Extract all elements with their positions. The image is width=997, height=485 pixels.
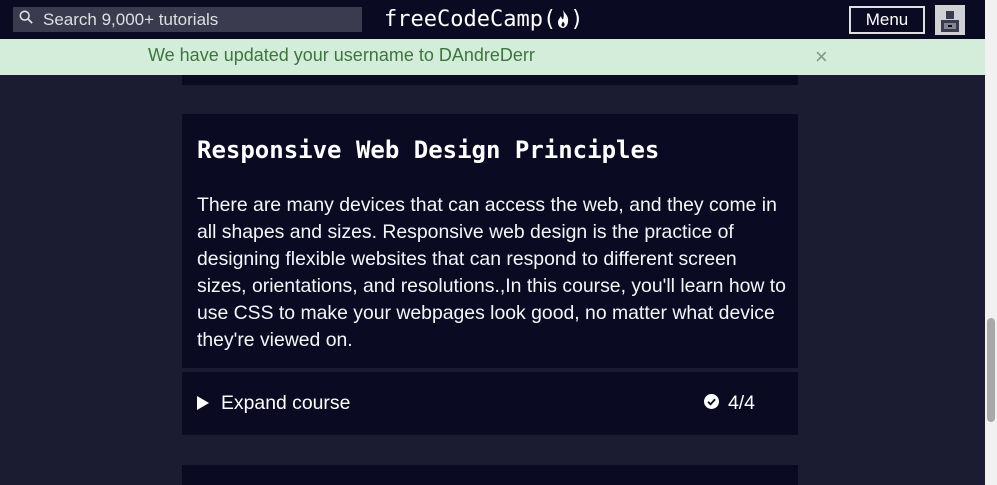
logo-text: freeCodeCamp( <box>384 6 557 32</box>
scrollbar-thumb[interactable] <box>987 318 995 422</box>
expand-course-button[interactable]: Expand course 4/4 <box>182 372 798 435</box>
course-title: Responsive Web Design Principles <box>197 136 660 164</box>
search-bar[interactable] <box>13 7 362 32</box>
flash-message: We have updated your username to DAndreD… <box>0 39 985 75</box>
menu-button[interactable]: Menu <box>849 6 925 34</box>
course-card: Responsive Web Design Principles There a… <box>182 114 798 368</box>
flash-message-text: We have updated your username to DAndreD… <box>148 45 535 65</box>
course-description: There are many devices that can access t… <box>197 194 786 351</box>
next-course-card <box>182 465 798 485</box>
top-navbar: freeCodeCamp() Menu <box>0 0 985 39</box>
previous-course-card <box>182 75 798 85</box>
fcc-logo[interactable]: freeCodeCamp() <box>384 5 583 33</box>
close-icon[interactable]: × <box>815 46 828 68</box>
course-progress-count: 4/4 <box>728 392 755 414</box>
search-icon <box>19 10 33 29</box>
check-circle-icon <box>704 392 728 415</box>
caret-right-icon <box>197 396 209 410</box>
search-input[interactable] <box>43 9 343 30</box>
course-progress: 4/4 <box>704 392 755 415</box>
logo-text-close: ) <box>570 6 584 32</box>
expand-course-label: Expand course <box>221 392 351 414</box>
page-scrollbar[interactable] <box>985 0 997 485</box>
avatar-icon[interactable] <box>935 5 965 35</box>
flame-icon <box>556 9 570 29</box>
